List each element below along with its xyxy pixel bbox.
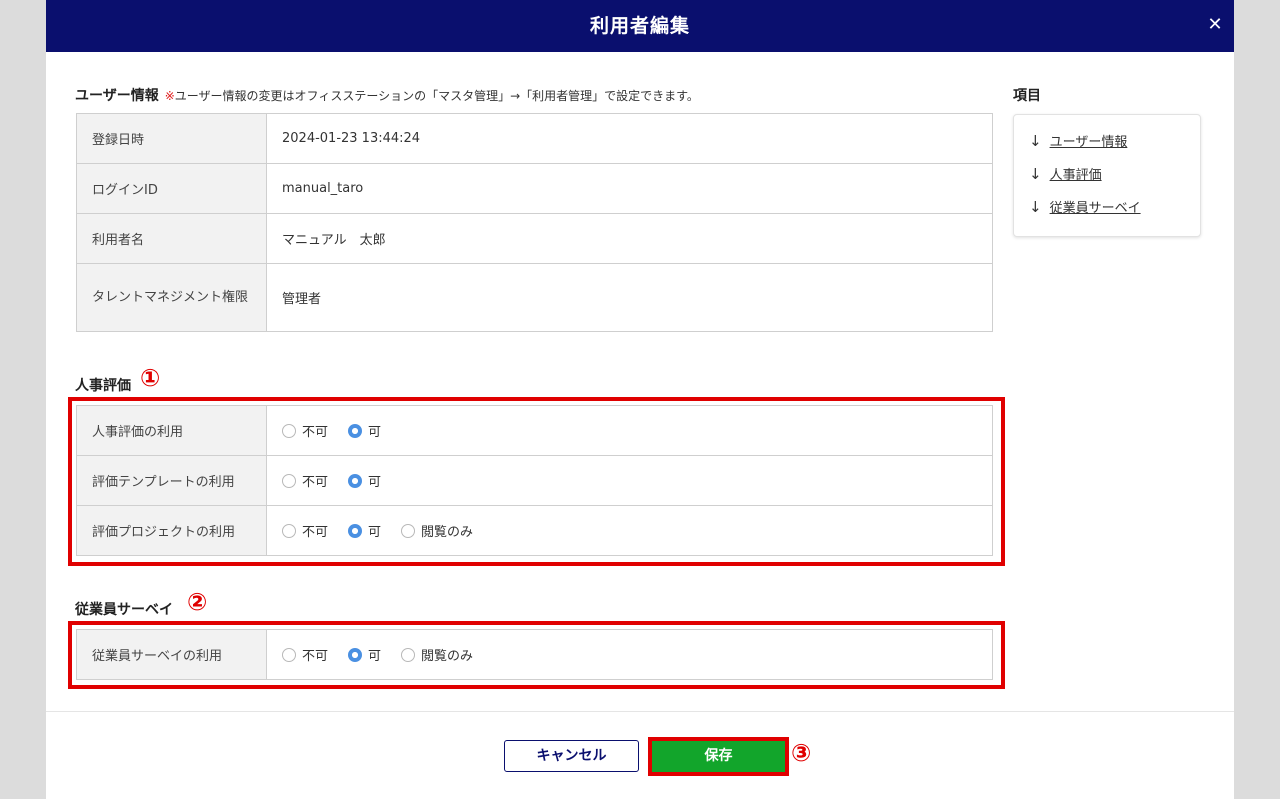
toc-panel: ↓ ユーザー情報 ↓ 人事評価 ↓ 従業員サーベイ [1013,114,1201,237]
user-info-heading: ユーザー情報 [75,88,159,104]
user-edit-modal: 利用者編集 ✕ ユーザー情報 ※ユーザー情報の変更はオフィスステーションの「マスタ… [46,0,1234,799]
modal-title: 利用者編集 [589,15,690,37]
hr-eval-title: 人事評価 [75,378,131,394]
toc-link[interactable]: ユーザー情報 [1050,131,1128,150]
row-label: 利用者名 [76,213,267,264]
note-mark: ※ [164,89,175,103]
survey-title: 従業員サーベイ [75,602,173,618]
arrow-down-icon: ↓ [1029,164,1042,183]
toc-link[interactable]: 人事評価 [1050,164,1102,183]
toc-title: 項目 [1013,88,1041,104]
save-button[interactable]: 保存 [652,741,785,772]
footer-divider [46,711,1234,712]
marker-1: ① [140,364,161,392]
table-row: タレントマネジメント権限 管理者 [76,263,993,332]
toc-item-survey[interactable]: ↓ 従業員サーベイ [1029,197,1141,217]
toc-link[interactable]: 従業員サーベイ [1050,197,1141,216]
row-value: 管理者 [266,263,993,332]
user-info-title: ユーザー情報 ※ユーザー情報の変更はオフィスステーションの「マスタ管理」→「利用者… [75,85,699,105]
arrow-down-icon: ↓ [1029,197,1042,216]
highlight-box-2 [68,621,1005,689]
table-row: 利用者名 マニュアル 太郎 [76,213,993,264]
note-text: ユーザー情報の変更はオフィスステーションの「マスタ管理」→「利用者管理」で設定で… [174,89,699,103]
marker-3: ③ [791,739,812,767]
marker-2: ② [187,588,208,616]
table-row: ログインID manual_taro [76,163,993,214]
row-label: 登録日時 [76,113,267,164]
close-icon[interactable]: ✕ [1202,12,1228,38]
row-value: マニュアル 太郎 [266,213,993,264]
row-label: タレントマネジメント権限 [76,263,267,332]
row-value: manual_taro [266,163,993,214]
modal-header: 利用者編集 ✕ [46,0,1234,52]
toc-item-hr-eval[interactable]: ↓ 人事評価 [1029,164,1102,184]
row-label: ログインID [76,163,267,214]
arrow-down-icon: ↓ [1029,131,1042,150]
table-row: 登録日時 2024-01-23 13:44:24 [76,113,993,164]
cancel-button[interactable]: キャンセル [504,740,639,772]
highlight-box-1 [68,397,1005,566]
user-info-table: 登録日時 2024-01-23 13:44:24 ログインID manual_t… [76,113,993,332]
user-info-note: ※ユーザー情報の変更はオフィスステーションの「マスタ管理」→「利用者管理」で設定… [165,89,699,103]
toc-item-user-info[interactable]: ↓ ユーザー情報 [1029,131,1128,151]
row-value: 2024-01-23 13:44:24 [266,113,993,164]
